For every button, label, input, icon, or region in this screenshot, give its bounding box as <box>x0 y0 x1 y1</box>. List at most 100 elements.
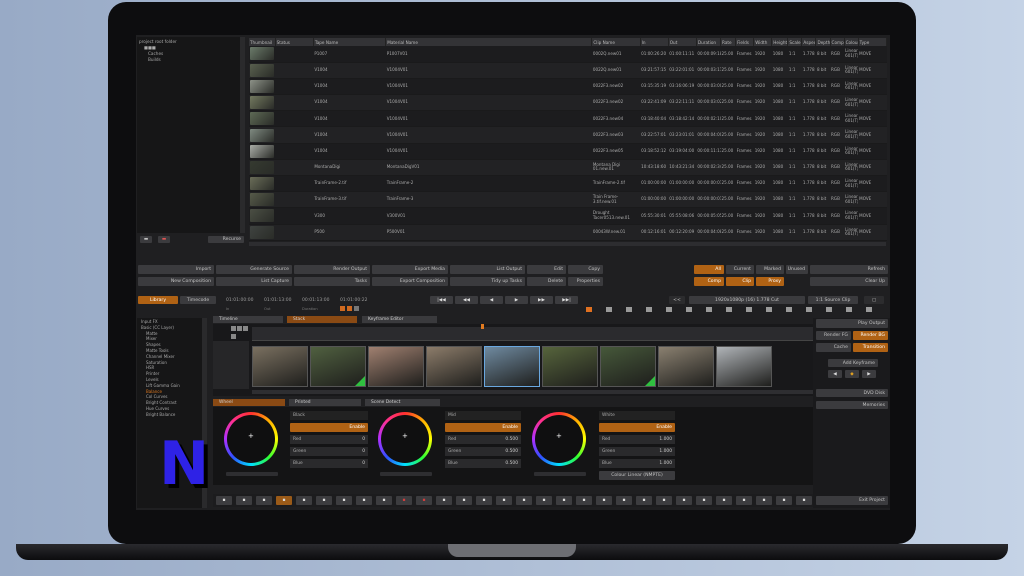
project-tree[interactable]: project root folder ■■■ Caches Builds <box>137 37 245 233</box>
column-header[interactable]: Height <box>771 38 789 46</box>
render-fg-button[interactable]: Render FG <box>816 331 851 340</box>
memories-button[interactable]: Memories <box>816 401 888 409</box>
column-header[interactable]: Status <box>275 38 314 46</box>
tab-stack[interactable]: Stack <box>287 316 357 323</box>
clip-thumbnail[interactable] <box>250 96 274 110</box>
clip-thumbnail[interactable] <box>250 144 274 158</box>
rewind-icon[interactable]: ◀◀ <box>455 296 478 304</box>
wand-icon[interactable] <box>666 307 672 312</box>
go-end-icon[interactable]: ▶▶| <box>555 296 578 304</box>
square-icon[interactable] <box>686 307 692 312</box>
split-icon[interactable] <box>766 307 772 312</box>
table-row[interactable]: TrainFrame-2.tif TrainFrame-2 TrainFrame-2… <box>249 175 887 193</box>
toolbar-icon[interactable]: ▪ <box>336 496 352 505</box>
toolbar-icon[interactable]: ▪ <box>716 496 732 505</box>
table-row[interactable]: V1004 V1004V01 0022F3.new04 03:18:40:04 03:1… <box>249 110 887 128</box>
thumbnail-cell[interactable] <box>249 126 276 144</box>
timeline-frame[interactable] <box>252 346 308 387</box>
fast-forward-icon[interactable]: ▶▶ <box>530 296 553 304</box>
play-icon[interactable]: ▶ <box>505 296 528 304</box>
step-back-icon[interactable]: ◀ <box>480 296 503 304</box>
playhead-marker[interactable] <box>481 324 484 329</box>
table-row[interactable]: V1004 V1004V01 0022Q.new01 03:21:57:15 03:22… <box>249 62 887 79</box>
column-header[interactable]: Comp <box>830 38 845 46</box>
panel-toggle-button[interactable]: ▢ <box>864 296 884 304</box>
action-current-button[interactable]: Current <box>726 265 754 274</box>
go-start-icon[interactable]: |◀◀ <box>430 296 453 304</box>
timeline-frame[interactable] <box>658 346 714 387</box>
action-delete-button[interactable]: Delete <box>527 277 566 286</box>
black-blue-value[interactable]: 0 <box>362 461 365 466</box>
white-red-row[interactable]: Red 1.000 <box>599 435 675 444</box>
column-header[interactable]: Duration <box>696 38 722 46</box>
add-keyframe-button[interactable]: Add Keyframe <box>828 359 878 367</box>
timeline-ruler[interactable] <box>252 327 887 341</box>
column-header[interactable]: In <box>640 38 669 46</box>
effect-item[interactable] <box>141 423 207 429</box>
clip-thumbnail[interactable] <box>250 160 274 174</box>
toolbar-icon[interactable]: ▪ <box>296 496 312 505</box>
thumbnail-cell[interactable] <box>249 94 276 112</box>
toolbar-icon[interactable]: ▪ <box>496 496 512 505</box>
column-header[interactable]: Rate <box>720 38 737 46</box>
mid-colour-wheel[interactable]: + <box>378 412 432 466</box>
column-header[interactable]: Fields <box>735 38 755 46</box>
thumbnail-cell[interactable] <box>249 207 276 225</box>
toolbar-icon[interactable]: ▪ <box>416 496 432 505</box>
black-wheel-crosshair[interactable]: + <box>248 432 254 440</box>
action-new-composition-button[interactable]: New Composition <box>138 277 214 286</box>
toolbar-icon[interactable]: ▪ <box>216 496 232 505</box>
toolbar-icon[interactable]: ▪ <box>476 496 492 505</box>
toolbar-icon[interactable]: ▪ <box>756 496 772 505</box>
exit-project-button[interactable]: Exit Project <box>816 496 888 505</box>
grid-icon[interactable] <box>626 307 632 312</box>
tree-scrollbar[interactable] <box>240 37 245 233</box>
library-button[interactable]: Library <box>138 296 178 304</box>
sun-icon[interactable] <box>586 307 592 312</box>
dvd-disk-button[interactable]: DVD Disk <box>816 389 888 397</box>
toolbar-icon[interactable]: ▪ <box>696 496 712 505</box>
timeline-frame[interactable] <box>426 346 482 387</box>
column-header[interactable]: Colour <box>844 38 859 46</box>
timeline-frame[interactable] <box>310 346 366 387</box>
action-list-output-button[interactable]: List Output <box>450 265 525 274</box>
black-red-value[interactable]: 0 <box>362 437 365 442</box>
action-proxy-button[interactable]: Proxy <box>756 277 784 286</box>
layout-icon[interactable] <box>806 307 812 312</box>
action-clip-button[interactable]: Clip <box>726 277 754 286</box>
table-row[interactable]: MontanaDigi MontanaDigV01 Montana Digi 01.… <box>249 159 887 177</box>
link-icon[interactable] <box>866 307 872 312</box>
track-header[interactable] <box>213 341 249 389</box>
white-green-row[interactable]: Green 1.000 <box>599 447 675 456</box>
table-row[interactable]: V1004 V1004V01 0022F3.new02 03:15:35:19 03:1… <box>249 78 887 96</box>
mid-enable-button[interactable]: Enable <box>445 423 521 432</box>
toolbar-icon[interactable]: ▪ <box>616 496 632 505</box>
column-header[interactable]: Width <box>753 38 773 46</box>
toolbar-icon[interactable]: ▪ <box>376 496 392 505</box>
clip-thumbnail[interactable] <box>250 193 274 207</box>
settings-icon[interactable] <box>746 307 752 312</box>
transition-button[interactable]: Transition <box>853 343 888 352</box>
thumbnail-cell[interactable] <box>249 78 276 96</box>
cursor-icon[interactable] <box>786 307 792 312</box>
column-header[interactable]: Out <box>668 38 697 46</box>
column-header[interactable]: Type <box>858 38 888 46</box>
toolbar-icon[interactable]: ▪ <box>256 496 272 505</box>
keyframe-set-icon[interactable]: ◆ <box>845 370 859 378</box>
tree-delete-button[interactable]: ▬ <box>158 236 170 243</box>
action-list-capture-button[interactable]: List Capture <box>216 277 292 286</box>
table-row[interactable]: V1004 V1004V01 0022F3.new05 03:18:52:12 03:1… <box>249 143 887 160</box>
black-level-slider[interactable] <box>226 472 278 476</box>
toolbar-icon[interactable]: ▪ <box>576 496 592 505</box>
tab-scene-detect[interactable]: Scene Detect <box>365 399 440 406</box>
toolbar-icon[interactable]: ▪ <box>456 496 472 505</box>
mid-green-row[interactable]: Green 0.500 <box>445 447 521 456</box>
mid-wheel-crosshair[interactable]: + <box>402 432 408 440</box>
mid-red-row[interactable]: Red 0.500 <box>445 435 521 444</box>
clip-table[interactable]: Thumbnail Status Tape Name Material Name Cli… <box>249 38 888 241</box>
column-header[interactable]: Material Name <box>385 38 593 46</box>
cache-button[interactable]: Cache <box>816 343 851 352</box>
black-green-value[interactable]: 0 <box>362 449 365 454</box>
thumbnail-cell[interactable] <box>249 62 276 79</box>
clip-thumbnail[interactable] <box>250 63 274 77</box>
